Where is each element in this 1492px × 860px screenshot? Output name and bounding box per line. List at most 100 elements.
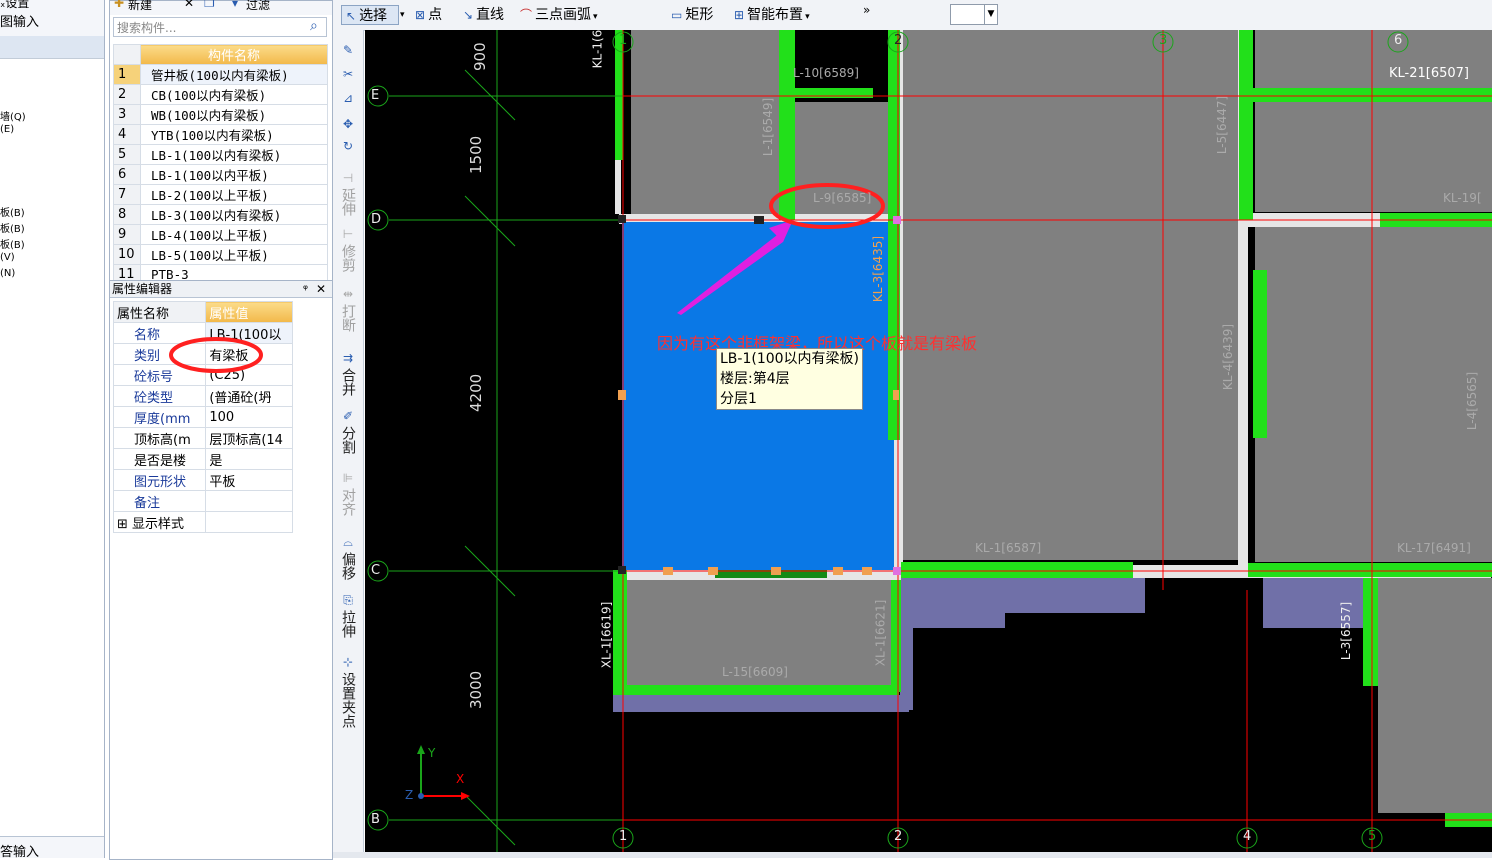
- close-icon[interactable]: ✕: [316, 281, 326, 298]
- component-row-name[interactable]: LB-1(100以内有梁板): [140, 144, 328, 165]
- component-row[interactable]: 8 LB-3(100以内有梁板): [113, 204, 328, 225]
- property-value[interactable]: (普通砼(坍: [205, 385, 293, 407]
- component-row[interactable]: 1 管井板(100以内有梁板): [113, 64, 328, 85]
- component-row-name[interactable]: LB-1(100以内平板): [140, 164, 328, 185]
- expand-icon[interactable]: ⊞: [117, 517, 132, 532]
- nav-item-slab-2[interactable]: 板(B): [0, 220, 25, 235]
- component-row-name[interactable]: LB-5(100以上平板): [140, 244, 328, 265]
- property-row[interactable]: 顶标高(m 层顶标高(14: [112, 427, 293, 449]
- component-row-name[interactable]: LB-2(100以上平板): [140, 184, 328, 205]
- component-row-name[interactable]: CB(100以内有梁板): [140, 84, 328, 105]
- pin-icon[interactable]: ᵠ: [303, 281, 308, 298]
- merge-button[interactable]: ⇉ 合并: [337, 350, 359, 400]
- mirror-icon[interactable]: ⊿: [337, 90, 359, 108]
- combo-arrow-icon[interactable]: ▼: [984, 5, 997, 24]
- component-row-name[interactable]: WB(100以内有梁板): [140, 104, 328, 125]
- dimension-3000: 3000: [467, 670, 485, 709]
- beam-xl1-mid: [891, 580, 901, 692]
- property-value[interactable]: [205, 511, 293, 533]
- draw-icon[interactable]: ✎: [337, 42, 359, 60]
- property-value[interactable]: [205, 490, 293, 512]
- smart-layout-button[interactable]: ⊞ 智能布置 ▾: [734, 5, 810, 25]
- component-name-header: 构件名称: [140, 44, 328, 65]
- line-button[interactable]: ↘ 直线: [463, 5, 504, 25]
- grip-button[interactable]: ⊹ 设置夹点: [337, 654, 359, 732]
- delete-icon[interactable]: ✕: [184, 0, 194, 10]
- axis-label-1-bottom: 1: [619, 829, 628, 844]
- component-row-number: 8: [113, 204, 141, 225]
- plan-drawing[interactable]: [365, 30, 1492, 852]
- point-button[interactable]: ⊠ 点: [415, 5, 442, 25]
- component-row-number: 2: [113, 84, 141, 105]
- nav-item-slab-1[interactable]: 板(B): [0, 204, 25, 219]
- grip-c2: [663, 567, 673, 575]
- offset-button[interactable]: ⌓ 偏移: [337, 534, 359, 584]
- toolbar-overflow-button[interactable]: »: [863, 0, 870, 20]
- property-row[interactable]: 厚度(mm 100: [112, 406, 293, 428]
- component-row-number: 1: [113, 64, 141, 85]
- arc-button[interactable]: ⌒ 三点画弧 ▾: [520, 5, 598, 25]
- extend-button[interactable]: ⊣ 延伸: [337, 170, 359, 220]
- filter-button[interactable]: 过滤: [246, 0, 270, 13]
- split-button[interactable]: ✐ 分割: [337, 408, 359, 458]
- property-value[interactable]: 层顶标高(14: [205, 427, 293, 449]
- align-button[interactable]: ⊫ 对齐: [337, 470, 359, 520]
- component-row[interactable]: 6 LB-1(100以内平板): [113, 164, 328, 185]
- extend-icon: ⊣: [342, 171, 354, 185]
- component-row[interactable]: 9 LB-4(100以上平板): [113, 224, 328, 245]
- component-row-name[interactable]: YTB(100以内有梁板): [140, 124, 328, 145]
- component-row[interactable]: 7 LB-2(100以上平板): [113, 184, 328, 205]
- nav-item-slab-3[interactable]: 板(B): [0, 236, 25, 251]
- component-search-input[interactable]: 搜索构件...: [113, 17, 327, 37]
- component-row-number: 7: [113, 184, 141, 205]
- copy-icon[interactable]: ❐: [204, 0, 215, 10]
- new-button[interactable]: 新建: [128, 0, 152, 13]
- component-row[interactable]: 3 WB(100以内有梁板): [113, 104, 328, 125]
- nav-top-label[interactable]: ₓ设置: [0, 0, 29, 11]
- component-row-name[interactable]: 管井板(100以内有梁板): [140, 64, 328, 85]
- component-row[interactable]: 10 LB-5(100以上平板): [113, 244, 328, 265]
- trim-button[interactable]: ⊢ 修剪: [337, 226, 359, 276]
- element-tooltip: LB-1(100以内有梁板) 楼层:第4层 分层1: [716, 348, 863, 410]
- select-dropdown-icon[interactable]: ▾: [400, 5, 405, 25]
- nav-draw-input[interactable]: 图输入: [0, 11, 39, 30]
- axis-label-3-top: 3: [1159, 33, 1168, 48]
- label-kl19: KL-19[: [1443, 191, 1482, 205]
- component-row[interactable]: 4 YTB(100以内有梁板): [113, 124, 328, 145]
- component-row-number: 10: [113, 244, 141, 265]
- nav-item-v[interactable]: (V): [0, 252, 15, 263]
- nav-item-e[interactable]: (E): [0, 124, 14, 135]
- trim-icon: ⊢: [342, 227, 354, 241]
- dimension-1500: 1500: [467, 135, 485, 174]
- scissors-icon[interactable]: ✂: [337, 66, 359, 84]
- rectangle-button[interactable]: ▭ 矩形: [671, 5, 713, 25]
- nav-item-n[interactable]: (N): [0, 268, 15, 279]
- arc-options-combo[interactable]: ▼: [950, 4, 998, 25]
- grip-corner-c: [893, 567, 901, 575]
- component-row-name[interactable]: LB-3(100以内有梁板): [140, 204, 328, 225]
- property-value[interactable]: 是: [205, 448, 293, 470]
- component-row[interactable]: 5 LB-1(100以内有梁板): [113, 144, 328, 165]
- break-button[interactable]: ⇹ 打断: [337, 286, 359, 336]
- property-row[interactable]: 备注: [112, 490, 293, 512]
- component-row-number: 4: [113, 124, 141, 145]
- move-icon[interactable]: ✥: [337, 116, 359, 134]
- nav-bottom-label[interactable]: 答输入: [0, 841, 39, 858]
- component-row-name[interactable]: LB-4(100以上平板): [140, 224, 328, 245]
- nav-item-wall[interactable]: 墙(Q): [0, 108, 26, 123]
- component-row[interactable]: 2 CB(100以内有梁板): [113, 84, 328, 105]
- rotate-icon[interactable]: ↻: [337, 138, 359, 156]
- property-row[interactable]: ⊞ 显示样式: [112, 511, 293, 533]
- search-icon[interactable]: ⌕: [310, 18, 318, 34]
- merge-icon: ⇉: [342, 351, 354, 365]
- stretch-button[interactable]: ⎘ 拉伸: [337, 592, 359, 642]
- property-row[interactable]: 砼类型 (普通砼(坍: [112, 385, 293, 407]
- select-button[interactable]: ↖ 选择: [341, 5, 399, 25]
- property-value[interactable]: 100: [205, 406, 293, 428]
- property-row[interactable]: 是否是楼是: [112, 448, 293, 470]
- property-value[interactable]: 平板: [205, 469, 293, 491]
- grip-c4: [771, 567, 781, 575]
- nav-selected-row[interactable]: [0, 36, 104, 59]
- property-row[interactable]: 图元形状 平板: [112, 469, 293, 491]
- drawing-canvas[interactable]: E D C B 1 2 3 6 1 2 4 5 900 1500 4200 30…: [365, 30, 1492, 852]
